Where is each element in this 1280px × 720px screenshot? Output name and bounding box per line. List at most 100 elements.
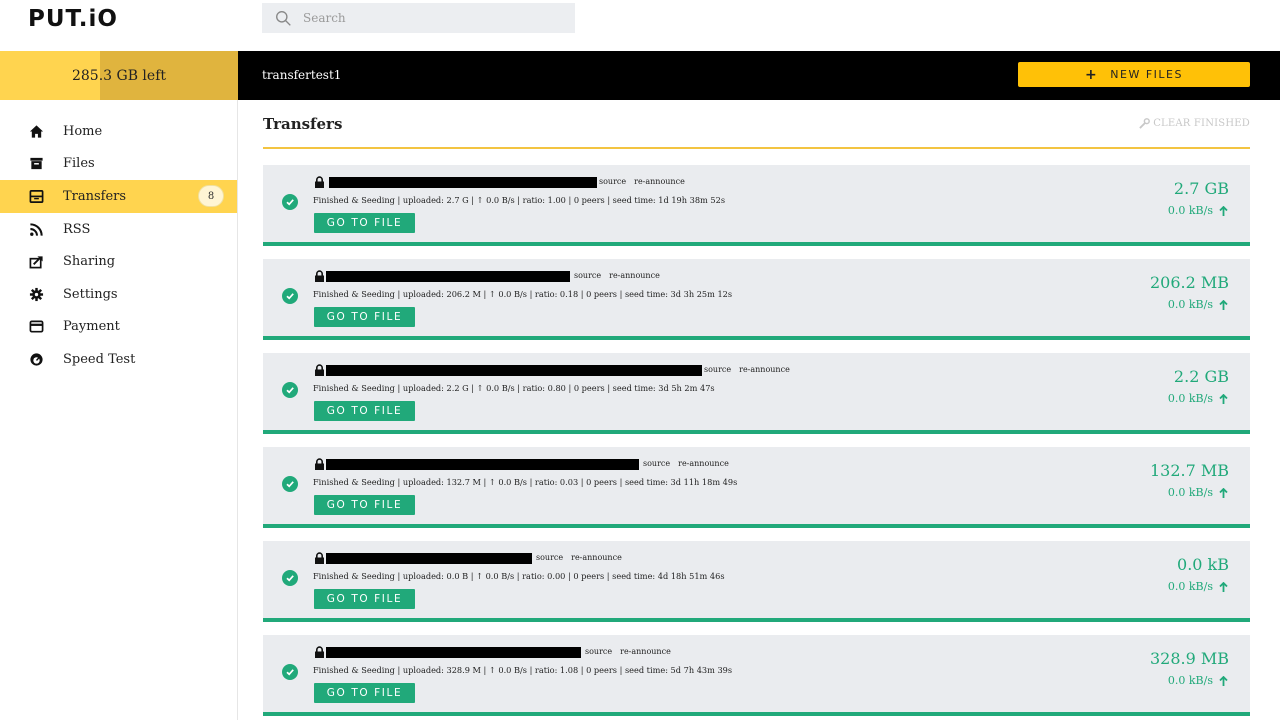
new-files-button[interactable]: + NEW FILES [1018,62,1250,87]
transfer-links: source re-announce [704,365,798,374]
transfer-speed-value: 0.0 kB/s [1167,392,1213,405]
sidebar-item-transfers[interactable]: Transfers 8 [0,180,237,213]
sidebar-item-label: Files [63,156,95,172]
top-bar: PUT.iO [0,0,1280,51]
rss-icon [27,220,45,238]
source-link[interactable]: source [536,553,563,562]
arrow-up-icon [1219,487,1228,498]
lock-icon [315,646,324,658]
lock-icon [315,270,324,282]
reannounce-link[interactable]: re-announce [571,553,622,562]
arrow-up-icon [1219,299,1228,310]
transfer-status: Finished & Seeding | uploaded: 328.9 M |… [313,665,733,675]
share-icon [27,253,45,271]
transfer-name-redacted [326,553,532,564]
transfer-speed-value: 0.0 kB/s [1167,204,1213,217]
source-link[interactable]: source [599,177,626,186]
transfer-size: 2.7 GB [1173,179,1229,198]
transfer-item: source re-announce Finished & Seeding | u… [263,635,1250,716]
files-icon [27,155,45,173]
transfer-size: 2.2 GB [1173,367,1229,386]
sidebar-item-files[interactable]: Files [0,148,237,181]
sidebar-item-speed-test[interactable]: Speed Test [0,343,237,376]
sidebar-item-payment[interactable]: Payment [0,311,237,344]
main-content: Transfers CLEAR FINISHED source re-announ… [263,100,1250,716]
page-header: Transfers CLEAR FINISHED [263,100,1250,149]
header-bar: transfertest1 + NEW FILES [238,51,1280,100]
transfer-speed-value: 0.0 kB/s [1167,298,1213,311]
go-to-file-button[interactable]: GO TO FILE [314,495,415,515]
storage-label: 285.3 GB left [71,67,167,84]
transfer-item: source re-announce Finished & Seeding | u… [263,447,1250,528]
arrow-up-icon [1219,581,1228,592]
app-logo[interactable]: PUT.iO [28,6,118,32]
transfer-links: source re-announce [536,553,630,562]
sidebar: Home Files Transfers 8 RSS Sharing Setti… [0,100,238,720]
search-box[interactable] [262,3,575,33]
transfer-links: source re-announce [643,459,737,468]
transfer-item: source re-announce Finished & Seeding | u… [263,541,1250,622]
sidebar-item-home[interactable]: Home [0,115,237,148]
transfers-icon [27,187,45,205]
arrow-up-icon [1219,393,1228,404]
transfer-item: source re-announce Finished & Seeding | u… [263,353,1250,434]
credit-card-icon [27,318,45,336]
page-title: Transfers [263,114,343,133]
transfer-speed-value: 0.0 kB/s [1167,580,1213,593]
transfer-links: source re-announce [574,271,668,280]
source-link[interactable]: source [574,271,601,280]
sidebar-item-rss[interactable]: RSS [0,213,237,246]
transfer-name-redacted [329,177,597,188]
source-link[interactable]: source [585,647,612,656]
reannounce-link[interactable]: re-announce [609,271,660,280]
home-icon [27,122,45,140]
reannounce-link[interactable]: re-announce [678,459,729,468]
lock-icon [315,176,324,188]
transfer-speed: 0.0 kB/s [1168,486,1228,499]
go-to-file-button[interactable]: GO TO FILE [314,683,415,703]
transfer-name-redacted [326,271,570,282]
transfer-status: Finished & Seeding | uploaded: 206.2 M |… [313,289,733,299]
reannounce-link[interactable]: re-announce [620,647,671,656]
go-to-file-button[interactable]: GO TO FILE [314,307,415,327]
transfer-item: source re-announce Finished & Seeding | u… [263,165,1250,246]
storage-indicator: 285.3 GB left [0,51,238,100]
wrench-icon [1139,118,1151,129]
check-circle-icon [282,382,298,398]
search-input[interactable] [303,11,553,25]
sidebar-item-label: Transfers [63,188,127,204]
sidebar-item-label: Sharing [63,254,116,270]
transfer-status: Finished & Seeding | uploaded: 0.0 B | ↑… [313,571,725,581]
transfer-name-redacted [326,365,702,376]
check-circle-icon [282,664,298,680]
reannounce-link[interactable]: re-announce [634,177,685,186]
transfer-speed: 0.0 kB/s [1168,392,1228,405]
sidebar-item-label: RSS [63,221,91,237]
arrow-up-icon [1219,675,1228,686]
clear-finished-button[interactable]: CLEAR FINISHED [1139,118,1250,129]
source-link[interactable]: source [704,365,731,374]
go-to-file-button[interactable]: GO TO FILE [314,589,415,609]
transfer-name-redacted [326,459,639,470]
transfer-links: source re-announce [599,177,693,186]
lock-icon [315,364,324,376]
check-circle-icon [282,570,298,586]
transfers-count-badge: 8 [198,185,224,208]
sidebar-item-sharing[interactable]: Sharing [0,245,237,278]
transfer-speed-value: 0.0 kB/s [1167,674,1213,687]
speedometer-icon [27,350,45,368]
transfer-name-redacted [326,647,581,658]
check-circle-icon [282,476,298,492]
check-circle-icon [282,288,298,304]
transfer-status: Finished & Seeding | uploaded: 132.7 M |… [313,477,738,487]
reannounce-link[interactable]: re-announce [739,365,790,374]
sidebar-item-label: Speed Test [63,351,136,367]
sidebar-item-label: Payment [63,319,120,335]
source-link[interactable]: source [643,459,670,468]
transfer-speed: 0.0 kB/s [1168,204,1228,217]
sidebar-item-settings[interactable]: Settings [0,278,237,311]
go-to-file-button[interactable]: GO TO FILE [314,213,415,233]
transfer-links: source re-announce [585,647,679,656]
go-to-file-button[interactable]: GO TO FILE [314,401,415,421]
plus-icon: + [1085,66,1099,83]
